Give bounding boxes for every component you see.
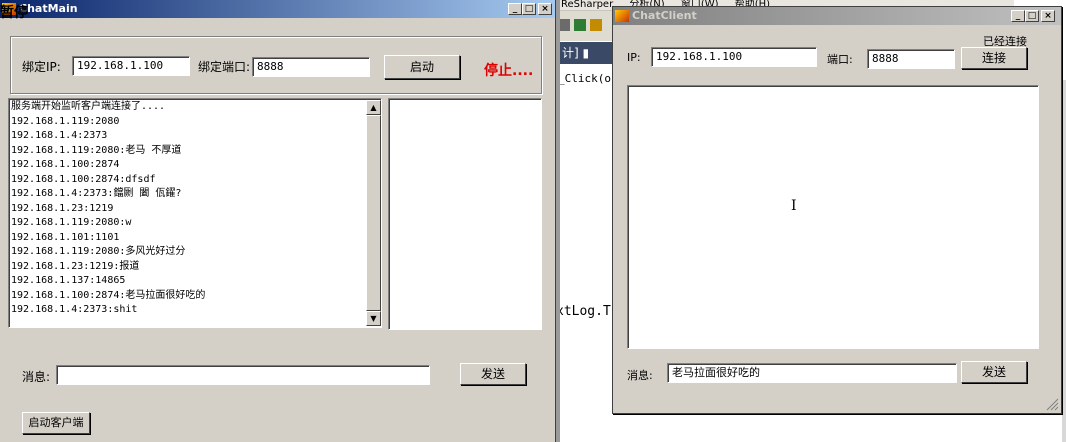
ide-toolbar xyxy=(556,11,616,41)
scroll-down-button[interactable]: ▼ xyxy=(366,311,381,326)
bind-ip-label: 绑定IP: xyxy=(22,60,61,74)
chatmain-titlebar[interactable]: ChatMain _ □ × xyxy=(0,0,555,18)
build-icon[interactable] xyxy=(590,19,602,31)
maximize-button[interactable]: □ xyxy=(522,3,536,15)
window-title: ChatClient xyxy=(632,9,697,22)
bind-port-label: 绑定端口: xyxy=(198,60,251,74)
log-scrollbar[interactable]: ▲ ▼ xyxy=(366,100,381,326)
log-line: 192.168.1.119:2080:多风光好过分 xyxy=(11,246,186,257)
connect-button[interactable]: 连接 xyxy=(961,47,1027,69)
send-button[interactable]: 发送 xyxy=(961,361,1027,383)
log-line: 192.168.1.137:14865 xyxy=(11,275,126,286)
close-button[interactable]: × xyxy=(538,3,552,15)
minimize-button[interactable]: _ xyxy=(508,3,522,15)
chat-display[interactable]: I xyxy=(627,85,1039,349)
app-icon xyxy=(615,10,629,22)
log-line: 192.168.1.100:2874:dfsdf xyxy=(11,173,156,185)
log-line: 192.168.1.4:2373 xyxy=(11,130,108,141)
log-line: 192.168.1.119:2080:w xyxy=(11,217,132,228)
message-label: 消息: xyxy=(627,369,653,382)
maximize-icon: □ xyxy=(1027,11,1037,21)
log-line: 192.168.1.4:2373:shit xyxy=(11,304,138,315)
resize-grip-icon[interactable] xyxy=(1045,397,1059,411)
bind-port-input[interactable]: 8888 xyxy=(252,57,370,77)
log-line: 服务端开始监听客户端连接了.... xyxy=(11,101,166,112)
send-button[interactable]: 发送 xyxy=(460,363,526,385)
pause-overlay-label: 暂停 xyxy=(0,5,28,21)
log-line: 192.168.1.119:2080 xyxy=(11,115,120,127)
log-line: 192.168.1.100:2874:老马拉面很好吃的 xyxy=(11,289,206,301)
client-listbox[interactable] xyxy=(388,98,542,330)
ip-input[interactable]: 192.168.1.100 xyxy=(651,47,817,67)
run-icon[interactable] xyxy=(574,19,586,31)
server-status-text: 停止.... xyxy=(484,63,534,79)
log-lines: 服务端开始监听客户端连接了.... 192.168.1.119:2080 192… xyxy=(9,99,381,318)
minimize-button[interactable]: _ xyxy=(1011,10,1025,22)
port-label: 端口: xyxy=(827,53,853,66)
log-line: 192.168.1.119:2080:老马 不厚道 xyxy=(11,144,182,156)
close-icon: × xyxy=(541,4,549,14)
ip-label: IP: xyxy=(627,51,641,64)
code-line: xtLog.T xyxy=(556,304,611,319)
chatclient-window: ChatClient _ □ × IP: 192.168.1.100 端口: 8… xyxy=(612,6,1062,414)
ibeam-cursor-icon: I xyxy=(791,198,797,214)
message-input[interactable]: 老马拉面很好吃的 xyxy=(667,363,957,383)
scroll-up-button[interactable]: ▲ xyxy=(366,100,381,115)
chatclient-titlebar[interactable]: ChatClient _ □ × xyxy=(613,7,1061,25)
start-button[interactable]: 启动 xyxy=(384,55,460,79)
log-listbox[interactable]: 服务端开始监听客户端连接了.... 192.168.1.119:2080 192… xyxy=(8,98,382,328)
log-line: 192.168.1.23:1219 xyxy=(11,202,114,214)
message-label: 消息: xyxy=(22,370,51,384)
minimize-icon: _ xyxy=(1015,11,1021,21)
chatmain-window: ChatMain _ □ × 绑定IP: 192.168.1.100 绑定端口:… xyxy=(0,0,556,442)
arrow-up-icon: ▲ xyxy=(370,103,377,112)
close-icon: × xyxy=(1044,11,1052,21)
lock-icon: ▮ xyxy=(582,46,590,60)
ide-scroll-strip xyxy=(1062,80,1066,442)
log-line: 192.168.1.4:2373:鐺劂 闔 佤鑃? xyxy=(11,188,182,199)
port-input[interactable]: 8888 xyxy=(867,49,955,69)
tool-icon[interactable] xyxy=(560,19,570,31)
close-button[interactable]: × xyxy=(1041,10,1055,22)
log-line: 192.168.1.101:1101 xyxy=(11,231,120,243)
start-client-button[interactable]: 启动客户端 xyxy=(22,412,90,434)
log-line: 192.168.1.100:2874 xyxy=(11,159,120,170)
minimize-icon: _ xyxy=(512,4,518,14)
ide-tab-label: 计] xyxy=(562,46,579,60)
ide-document-tab[interactable]: 计] ▮ xyxy=(556,42,616,64)
scroll-thumb[interactable] xyxy=(366,115,381,311)
ide-code-editor[interactable]: _Click(obj xtLog.T xyxy=(556,64,624,442)
arrow-down-icon: ▼ xyxy=(370,314,377,323)
bind-ip-input[interactable]: 192.168.1.100 xyxy=(72,56,190,76)
maximize-button[interactable]: □ xyxy=(1025,10,1039,22)
message-input[interactable] xyxy=(56,365,430,385)
log-line: 192.168.1.23:1219:报道 xyxy=(11,260,140,272)
ide-splitter xyxy=(556,0,560,442)
maximize-icon: □ xyxy=(524,4,534,14)
ide-menu-item[interactable]: ReSharper xyxy=(561,0,613,10)
